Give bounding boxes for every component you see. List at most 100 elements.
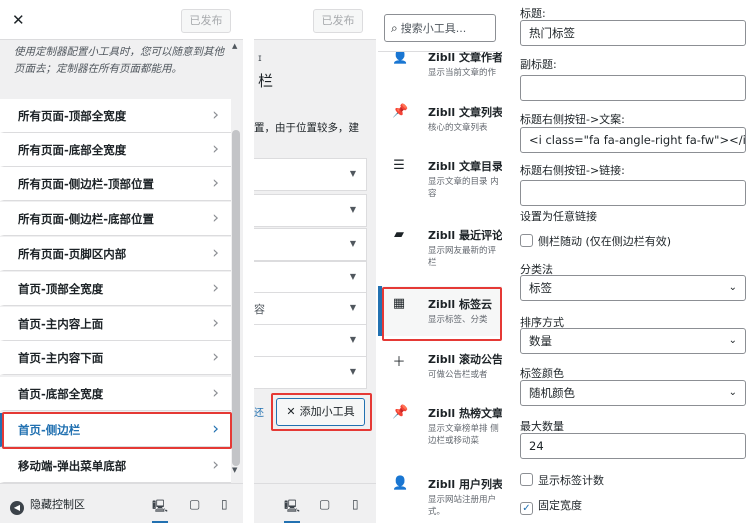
button-link-input[interactable]: [520, 180, 746, 206]
widget-item[interactable]: 📌 Zibll 热榜文章 显示文章榜单排 侧边栏或移动菜: [378, 405, 502, 455]
section-item[interactable]: 所有页面-侧边栏-顶部位置 ›: [0, 167, 231, 201]
section-item[interactable]: 所有页面-侧边栏-底部位置 ›: [0, 202, 231, 236]
reorder-link[interactable]: 还: [254, 404, 264, 419]
section-item-label: 所有页面-顶部全宽度: [18, 109, 127, 123]
widget-item[interactable]: ▰ Zibll 最近评论 显示网友最新的评 栏: [378, 227, 502, 277]
widget-item[interactable]: 👤 Zibll 文章作者 显示当前文章的作: [378, 52, 502, 92]
widget-title: Zibll 用户列表: [428, 478, 502, 491]
scrollbar-thumb[interactable]: [232, 130, 240, 466]
comment-icon: ▰: [394, 227, 404, 242]
section-item-label: 所有页面-侧边栏-顶部位置: [18, 177, 155, 191]
caret-down-icon: ▼: [349, 303, 356, 312]
publish-button[interactable]: 已发布: [313, 9, 363, 33]
hide-controls-button[interactable]: ◀ 隐藏控制区: [10, 496, 85, 515]
widget-title: Zibll 热榜文章: [428, 407, 502, 420]
checkbox-box: [520, 473, 533, 486]
chevron-right-icon: ›: [212, 455, 219, 475]
widget-item[interactable]: 👤 Zibll 用户列表 显示网站注册用户 式。: [378, 476, 502, 522]
widget-row[interactable]: ▼: [254, 228, 367, 261]
chevron-right-icon: ›: [212, 383, 219, 403]
section-item-label: 首页-底部全宽度: [18, 387, 104, 401]
hide-controls-label: 隐藏控制区: [30, 498, 85, 511]
section-item[interactable]: 移动端-弹出菜单底部 ›: [0, 449, 231, 483]
button-text-input[interactable]: <i class="fa fa-angle-right fa-fw"></i>: [520, 127, 746, 153]
desktop-preview-icon[interactable]: 🖳: [284, 497, 301, 523]
scroll-up-icon[interactable]: ▲: [232, 42, 237, 50]
widget-row[interactable]: 容 ▼: [254, 292, 367, 325]
section-item[interactable]: 首页-底部全宽度 ›: [0, 377, 231, 411]
mobile-preview-icon[interactable]: ▯: [352, 497, 359, 511]
taxonomy-select[interactable]: 标签 ⌄: [520, 275, 746, 301]
max-count-label: 最大数量: [520, 420, 564, 433]
section-item[interactable]: 首页-主内容上面 ›: [0, 307, 231, 341]
mobile-preview-icon[interactable]: ▯: [221, 497, 228, 511]
widget-row-label: 容: [254, 303, 265, 316]
widget-title: Zibll 最近评论: [428, 229, 502, 242]
available-widgets-panel: ⌕ 搜索小工具... 👤 Zibll 文章作者 显示当前文章的作 📌 Zibll …: [378, 0, 502, 523]
customizer-footer: 🖳 ▢ ▯: [254, 483, 376, 523]
chevron-right-icon: ›: [212, 105, 219, 125]
section-item-label: 首页-顶部全宽度: [18, 282, 104, 296]
orderby-select[interactable]: 数量 ⌄: [520, 328, 746, 354]
show-count-checkbox[interactable]: 显示标签计数: [520, 472, 604, 488]
any-link-text: 设置为任意链接: [520, 210, 597, 223]
customizer-footer: ◀ 隐藏控制区 🖳 ▢ ▯: [0, 483, 243, 523]
check-icon: ✓: [520, 502, 533, 515]
title-input[interactable]: 热门标签: [520, 20, 746, 46]
tablet-preview-icon[interactable]: ▢: [189, 497, 200, 511]
widget-desc: 核心的文章列表: [428, 123, 488, 133]
subtitle-label: 副标题:: [520, 58, 557, 71]
section-item-label: 首页-主内容上面: [18, 317, 104, 331]
chevron-right-icon: ›: [212, 243, 219, 263]
widget-search-input[interactable]: ⌕ 搜索小工具...: [384, 14, 496, 42]
scroll-down-icon[interactable]: ▼: [232, 466, 237, 474]
section-item[interactable]: 所有页面-页脚区内部 ›: [0, 237, 231, 271]
customizer-header: ✕ 已发布: [0, 0, 243, 40]
area-notice: 置，由于位置较多，建: [254, 122, 359, 134]
chevron-down-icon: ⌄: [728, 387, 737, 398]
orderby-value: 数量: [529, 334, 552, 348]
sidebar-follow-checkbox[interactable]: 侧栏随动 (仅在侧边栏有效): [520, 233, 671, 249]
publish-button[interactable]: 已发布: [181, 9, 231, 33]
section-item[interactable]: 所有页面-底部全宽度 ›: [0, 133, 231, 167]
widget-row[interactable]: ▼: [254, 261, 367, 294]
chevron-right-icon: ›: [212, 313, 219, 333]
desktop-preview-icon[interactable]: 🖳: [152, 497, 169, 523]
area-title: 栏: [258, 72, 274, 90]
customizer-header: 已发布: [254, 0, 376, 40]
fixed-width-label: 固定宽度: [538, 499, 582, 512]
widget-desc: 显示网友最新的评 栏: [428, 246, 497, 268]
show-count-label: 显示标签计数: [538, 474, 604, 487]
search-placeholder: 搜索小工具...: [400, 22, 467, 35]
caret-down-icon: ▼: [349, 169, 356, 178]
highlight-box: [2, 412, 232, 449]
section-item[interactable]: 首页-主内容下面 ›: [0, 341, 231, 375]
caret-down-icon: ▼: [349, 335, 356, 344]
tag-color-select[interactable]: 随机颜色 ⌄: [520, 380, 746, 406]
widget-title: Zibll 文章列表: [428, 106, 502, 119]
highlight-box: [271, 393, 372, 431]
section-item-label: 所有页面-底部全宽度: [18, 143, 127, 157]
tablet-preview-icon[interactable]: ▢: [319, 497, 330, 511]
widget-row[interactable]: ▼: [254, 158, 367, 191]
area-breadcrumb: ɪ: [258, 53, 262, 64]
widget-row[interactable]: ▼: [254, 324, 367, 357]
section-item[interactable]: 所有页面-顶部全宽度 ›: [0, 99, 231, 133]
subtitle-input[interactable]: [520, 75, 746, 101]
chevron-right-icon: ›: [212, 347, 219, 367]
widget-item[interactable]: ☰ Zibll 文章目录 显示文章的目录 内容: [378, 158, 502, 218]
widget-item[interactable]: ＋ Zibll 滚动公告 可做公告栏或者: [378, 351, 502, 391]
plus-icon: ＋: [392, 355, 406, 370]
close-icon[interactable]: ✕: [12, 11, 25, 29]
widget-item[interactable]: 📌 Zibll 文章列表 核心的文章列表: [378, 104, 502, 154]
max-count-input[interactable]: 24: [520, 433, 746, 459]
chevron-right-icon: ›: [212, 208, 219, 228]
section-item[interactable]: 首页-顶部全宽度 ›: [0, 272, 231, 306]
panel-description: 使用定制器配置小工具时，您可以随意到其他页面去；定制器在所有页面都能用。: [14, 46, 224, 75]
chevron-down-icon: ⌄: [728, 335, 737, 346]
search-icon: ⌕: [391, 21, 398, 35]
fixed-width-checkbox[interactable]: ✓ 固定宽度: [520, 497, 582, 515]
pin-icon: 📌: [392, 104, 409, 119]
widget-row[interactable]: ▼: [254, 194, 367, 227]
widget-row[interactable]: ▼: [254, 356, 367, 389]
